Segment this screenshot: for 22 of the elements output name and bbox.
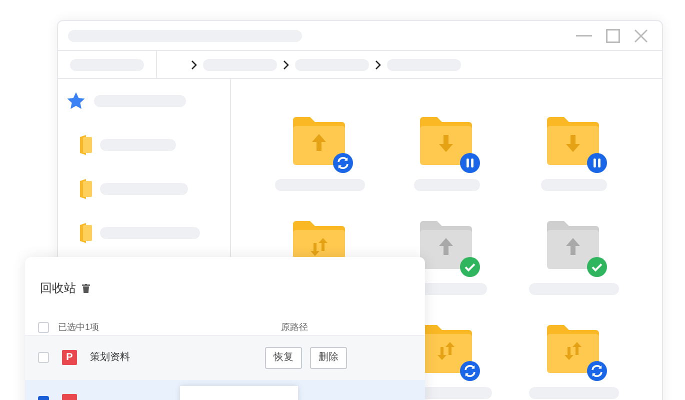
star-icon[interactable]	[66, 91, 86, 111]
folder-icon[interactable]	[547, 221, 607, 277]
file-name: 策划资料	[90, 350, 131, 365]
chevron-right-icon	[283, 60, 289, 70]
folder-icon[interactable]	[547, 325, 607, 381]
maximize-icon[interactable]	[606, 28, 620, 42]
folder-icon[interactable]	[420, 117, 480, 173]
action-button[interactable]: 删除	[310, 346, 347, 368]
trash-icon	[82, 284, 90, 292]
minimize-icon[interactable]	[576, 34, 592, 36]
file-row[interactable]: P 策划资料 恢复 删除	[25, 336, 425, 380]
folder-icon[interactable]	[420, 221, 480, 277]
folder-icon[interactable]	[547, 117, 607, 173]
panel-title: 回收站	[40, 280, 76, 297]
presentation-file-icon: P	[62, 350, 77, 365]
action-button[interactable]: 恢复	[265, 346, 302, 368]
close-icon[interactable]	[634, 28, 648, 42]
column-header: 原路径	[281, 321, 308, 334]
chevron-right-icon	[191, 60, 197, 70]
folder-icon[interactable]	[293, 117, 353, 173]
selection-count: 已选中1项	[58, 321, 100, 334]
chevron-right-icon	[375, 60, 381, 70]
